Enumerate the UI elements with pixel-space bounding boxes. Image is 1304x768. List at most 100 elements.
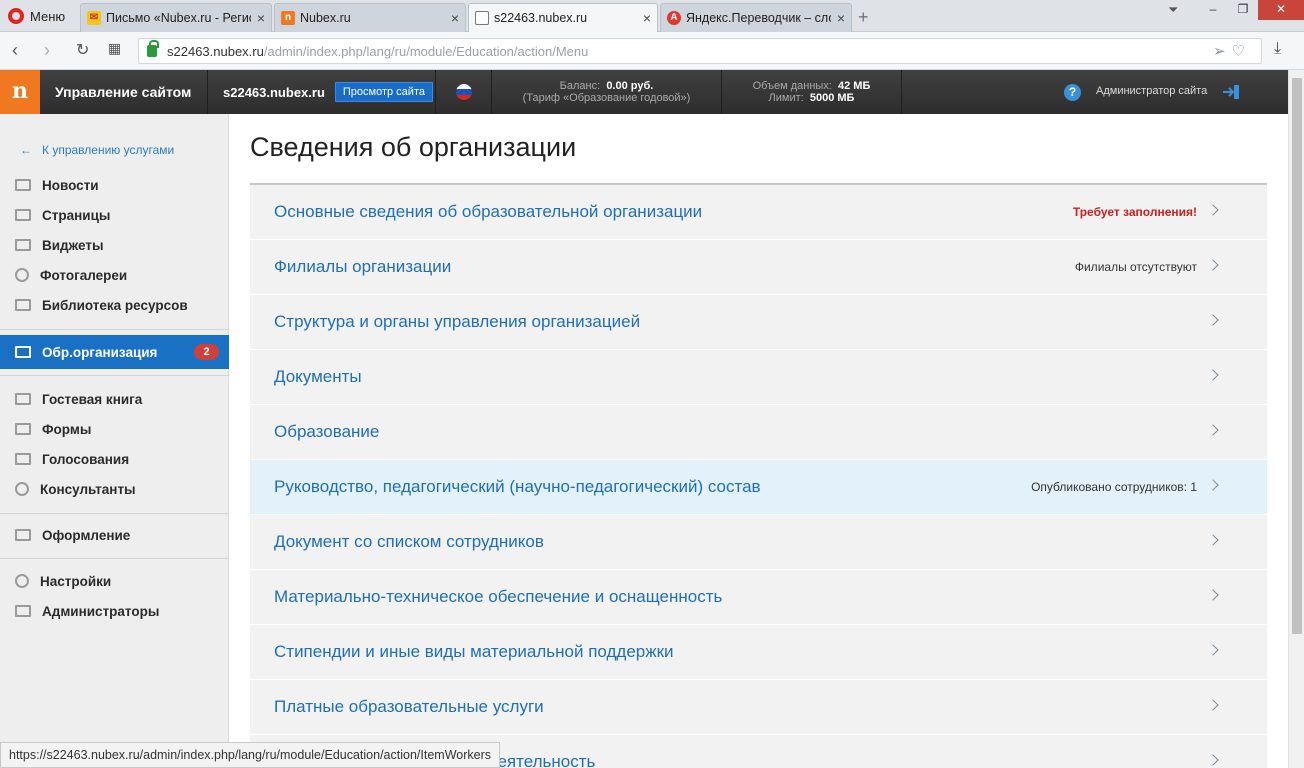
library-icon	[15, 299, 31, 311]
browser-tab-mail[interactable]: ✉ Письмо «Nubex.ru - Регис ×	[80, 3, 272, 32]
reload-icon[interactable]: ↻	[76, 40, 89, 60]
chevron-right-icon	[1207, 754, 1219, 766]
opera-logo-icon	[8, 8, 24, 24]
page-favicon-icon	[475, 11, 489, 25]
section-list: Основные сведения об образовательной орг…	[250, 183, 1267, 768]
send-heart-icons[interactable]: ➢♡	[1213, 42, 1251, 60]
back-icon[interactable]: ‹	[12, 40, 18, 61]
sidebar-item-forms[interactable]: Формы	[0, 414, 229, 444]
widgets-icon	[15, 239, 31, 251]
status-bar-url: https://s22463.nubex.ru/admin/index.php/…	[0, 742, 500, 768]
sidebar: ← К управлению услугами Новости Страницы…	[0, 114, 241, 768]
page-title: Сведения об организации	[250, 132, 577, 162]
help-icon[interactable]: ?	[1064, 84, 1081, 101]
gear-icon	[15, 574, 29, 588]
download-icon[interactable]: ⤓	[1274, 40, 1281, 58]
language-selector[interactable]	[436, 70, 492, 114]
list-item[interactable]: Стипендии и иные виды материальной подде…	[250, 625, 1267, 680]
sidebar-item-consultants[interactable]: Консультанты	[0, 474, 229, 504]
domain-label: s22463.nubex.ru	[223, 84, 325, 100]
sidebar-item-news[interactable]: Новости	[0, 170, 229, 200]
close-tab-icon[interactable]: ×	[451, 10, 459, 26]
back-to-services-link[interactable]: ← К управлению услугами	[20, 143, 174, 157]
window-controls: – ❐ ✕	[1198, 0, 1304, 20]
education-icon	[15, 346, 31, 358]
sidebar-item-polls[interactable]: Голосования	[0, 444, 229, 474]
news-icon	[15, 179, 31, 191]
browser-tab-nubex[interactable]: n Nubex.ru ×	[274, 3, 466, 32]
browser-tab-admin[interactable]: s22463.nubex.ru ×	[468, 3, 658, 32]
close-tab-icon[interactable]: ×	[837, 10, 845, 26]
url-input[interactable]: s22463.nubex.ru/admin/index.php/lang/ru/…	[138, 38, 1262, 64]
sidebar-item-widgets[interactable]: Виджеты	[0, 230, 229, 260]
close-tab-icon[interactable]: ×	[643, 10, 651, 26]
main-content: Сведения об организации Основные сведени…	[229, 114, 1288, 768]
chevron-right-icon	[1207, 644, 1219, 656]
sidebar-item-galleries[interactable]: Фотогалереи	[0, 260, 229, 290]
sidebar-item-pages[interactable]: Страницы	[0, 200, 229, 230]
list-item[interactable]: Филиалы организации Филиалы отсутствуют	[250, 240, 1267, 295]
sidebar-item-design[interactable]: Оформление	[0, 520, 229, 550]
arrow-left-icon: ←	[20, 143, 32, 157]
mail-icon: ✉	[87, 11, 101, 25]
restore-icon[interactable]: ❐	[1228, 0, 1258, 20]
balance-section[interactable]: Баланс: 0.00 руб. (Тариф «Образование го…	[492, 70, 722, 114]
sidebar-item-guestbook[interactable]: Гостевая книга	[0, 384, 229, 414]
list-item[interactable]: Материально-техническое обеспечение и ос…	[250, 570, 1267, 625]
sidebar-divider	[0, 329, 229, 330]
list-item[interactable]: Основные сведения об образовательной орг…	[250, 185, 1267, 240]
status-text: Опубликовано сотрудников: 1	[1031, 480, 1197, 494]
close-tab-icon[interactable]: ×	[257, 10, 265, 26]
speed-dial-icon[interactable]: ▦	[108, 40, 121, 57]
chevron-right-icon	[1207, 699, 1219, 711]
yandex-translate-icon: A	[667, 11, 681, 25]
nubex-logo[interactable]: n	[0, 70, 40, 114]
preview-site-button[interactable]: Просмотр сайта	[334, 82, 433, 102]
list-item-hovered[interactable]: Руководство, педагогический (научно-педа…	[250, 460, 1267, 515]
scrollbar-thumb[interactable]	[1292, 78, 1302, 634]
new-tab-icon[interactable]: +	[858, 7, 869, 28]
list-item[interactable]: Платные образовательные услуги	[250, 680, 1267, 735]
sidebar-item-education[interactable]: Обр.организация 2	[0, 335, 241, 369]
tab-menu-icon[interactable]: ⏷	[1168, 2, 1178, 18]
camera-icon	[15, 268, 29, 282]
lock-icon	[147, 40, 159, 57]
chevron-right-icon	[1207, 534, 1219, 546]
sidebar-divider	[0, 375, 229, 376]
list-item[interactable]: Структура и органы управления организаци…	[250, 295, 1267, 350]
user-icon	[15, 482, 29, 496]
page-scrollbar[interactable]	[1288, 70, 1304, 768]
nubex-favicon-icon: n	[281, 11, 295, 25]
browser-menu-button[interactable]: Меню	[8, 7, 65, 25]
sidebar-item-settings[interactable]: Настройки	[0, 566, 229, 596]
site-title[interactable]: Управление сайтом	[40, 70, 208, 114]
list-item[interactable]: Документы	[250, 350, 1267, 405]
minimize-icon[interactable]: –	[1198, 0, 1228, 20]
guestbook-icon	[15, 393, 31, 405]
chevron-right-icon	[1207, 204, 1219, 216]
chevron-right-icon	[1207, 589, 1219, 601]
sidebar-item-library[interactable]: Библиотека ресурсов	[0, 290, 229, 320]
close-window-icon[interactable]: ✕	[1258, 0, 1304, 20]
balance-value: 0.00 руб.	[606, 80, 654, 92]
sidebar-item-admins[interactable]: Администраторы	[0, 596, 229, 626]
status-text: Требует заполнения!	[1072, 205, 1197, 219]
forward-icon[interactable]: ›	[44, 40, 50, 61]
browser-tab-strip: Меню ✉ Письмо «Nubex.ru - Регис × n Nube…	[0, 0, 1304, 32]
list-item[interactable]: Образование	[250, 405, 1267, 460]
browser-tab-translator[interactable]: A Яндекс.Переводчик – сло ×	[660, 3, 852, 32]
quota-section: Объем данных: 42 МБ Лимит: 5000 МБ	[722, 70, 902, 114]
address-bar: ‹ › ↻ ▦ s22463.nubex.ru/admin/index.php/…	[0, 32, 1304, 70]
status-text: Филиалы отсутствуют	[1074, 260, 1197, 274]
notification-badge: 2	[194, 344, 219, 360]
logout-icon[interactable]	[1221, 82, 1241, 102]
sidebar-divider	[0, 513, 229, 514]
design-icon	[15, 529, 31, 541]
domain-section: s22463.nubex.ru Просмотр сайта	[208, 70, 436, 114]
forms-icon	[15, 423, 31, 435]
chevron-right-icon	[1207, 424, 1219, 436]
pages-icon	[15, 209, 31, 221]
list-item[interactable]: Документ со списком сотрудников	[250, 515, 1267, 570]
tariff-label: (Тариф «Образование годовой»)	[522, 92, 691, 104]
admin-label[interactable]: Администратор сайта	[1096, 85, 1207, 97]
